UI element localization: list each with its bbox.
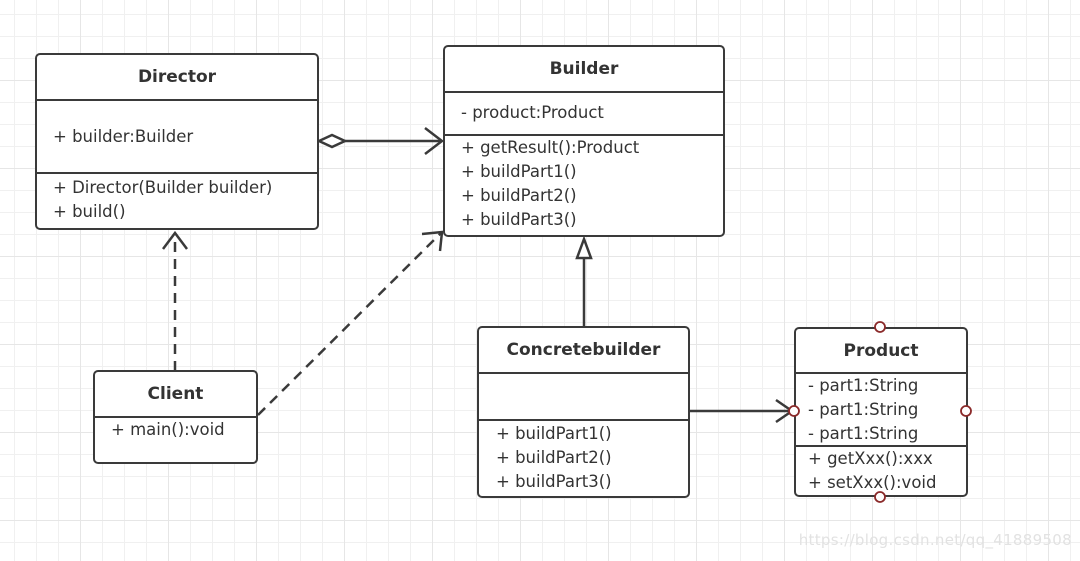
connection-point-left-icon[interactable] [788,405,800,417]
connection-points [788,321,972,503]
connection-point-bottom-icon[interactable] [874,491,886,503]
watermark: https://blog.csdn.net/qq_41889508 [798,531,1072,549]
connection-point-top-icon[interactable] [874,321,886,333]
connection-point-right-icon[interactable] [960,405,972,417]
